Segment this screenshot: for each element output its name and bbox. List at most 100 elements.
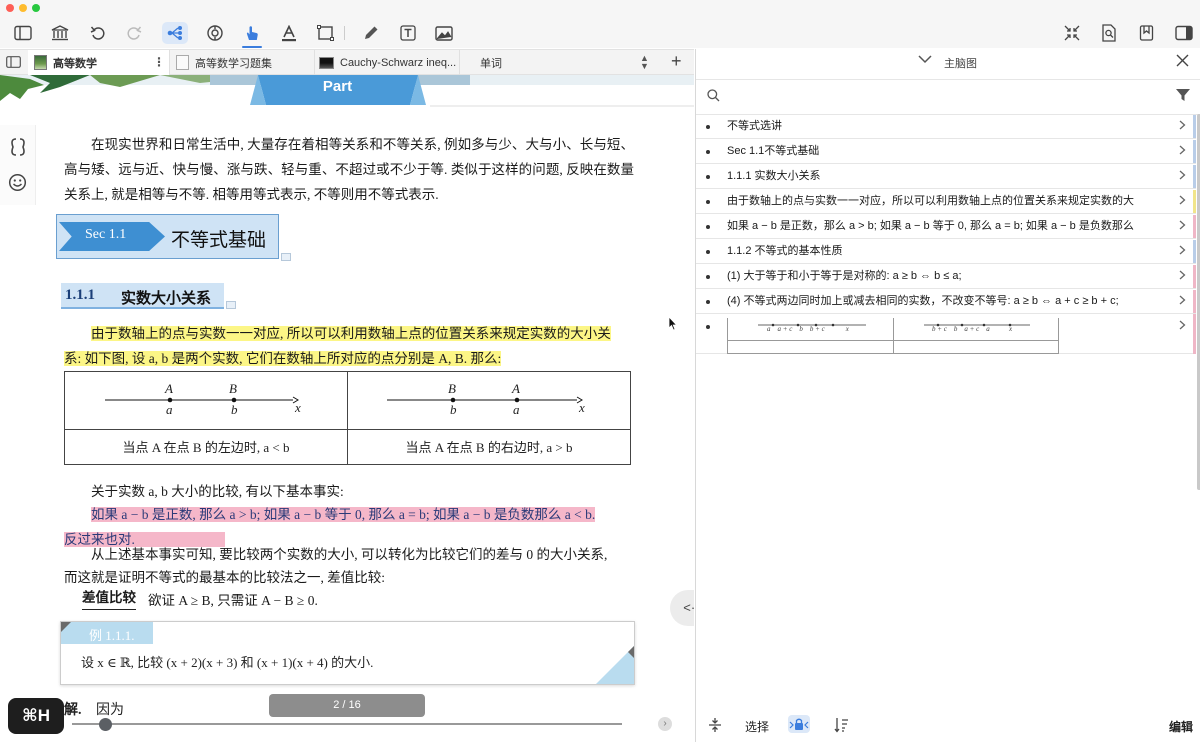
tab-scroll-updown-icon[interactable]: ▲ ▼ (640, 54, 649, 71)
split-rows-icon[interactable] (708, 717, 722, 733)
pen-icon[interactable] (359, 22, 383, 44)
mindmap-icon[interactable] (162, 22, 188, 44)
search-icon (707, 89, 720, 102)
mindmap-outline-list: 不等式选讲 Sec 1.1不等式基础 1.1.1 实数大小关系 由于数轴上的点与实数一… (696, 114, 1200, 344)
split-view-icon[interactable] (8, 137, 28, 157)
solution-text: 因为 (96, 703, 124, 718)
intro-paragraph: 在现实世界和日常生活中, 大量存在着相等关系和不等关系, 例如多与少、大与小、长… (64, 137, 634, 202)
sidebar-right-icon[interactable] (1172, 22, 1196, 44)
figure-caption-left: 当点 A 在点 B 的左边时, a < b (122, 440, 290, 455)
redo-icon[interactable] (122, 22, 146, 44)
book-cover-icon (319, 56, 334, 69)
section-label: Sec 1.1 (85, 227, 127, 242)
sort-icon[interactable] (834, 717, 850, 733)
chevron-right-icon[interactable] (1179, 245, 1186, 255)
next-page-icon[interactable]: › (658, 717, 672, 731)
page-slider-track[interactable] (72, 723, 622, 725)
tab-cauchy-schwarz[interactable]: Cauchy-Schwarz ineq... (315, 50, 460, 75)
thumb-label: b (799, 325, 803, 333)
mindmap-row[interactable]: 由于数轴上的点与实数一一对应，所以可以利用数轴上点的位置关系来规定实数的大 (696, 189, 1196, 214)
annotation-marker-icon[interactable] (281, 253, 291, 261)
mindmap-row[interactable]: 1.1.2 不等式的基本性质 (696, 239, 1196, 264)
thumb-label: b (953, 325, 958, 333)
minimize-window-button[interactable] (19, 4, 27, 12)
lock-view-icon[interactable] (788, 715, 810, 733)
chevron-right-icon[interactable] (1179, 195, 1186, 205)
tab-danci[interactable]: 单词 (460, 50, 625, 75)
mindmap-row[interactable]: 1.1.1 实数大小关系 (696, 164, 1196, 189)
select-mode-button[interactable]: 选择 (745, 718, 769, 735)
annotation-marker-icon[interactable] (226, 301, 236, 309)
mindmap-search-bar[interactable] (696, 79, 1200, 115)
panel-bottom-toolbar: 选择 编辑 (696, 709, 1200, 742)
highlight-line: 如果 a − b 是正数, 那么 a > b; 如果 a − b 等于 0, 那… (91, 507, 596, 522)
zoom-window-button[interactable] (32, 4, 40, 12)
library-icon[interactable] (48, 22, 72, 44)
example-label: 例 1.1.1. (89, 628, 135, 643)
tab-gaodeng-shuxue[interactable]: 高等数学 ⋮ (28, 50, 170, 75)
emoji-icon[interactable] (8, 173, 27, 192)
sidebar-toggle-icon[interactable] (11, 22, 35, 44)
value-label: a (166, 402, 173, 417)
panel-resize-handle[interactable]: <·> (670, 590, 694, 626)
page-slider-thumb[interactable] (99, 718, 112, 731)
text-box-icon[interactable] (396, 22, 420, 44)
panel-close-icon[interactable] (1176, 54, 1189, 67)
undo-icon[interactable] (86, 22, 110, 44)
collapse-icon[interactable] (1060, 22, 1084, 44)
chevron-right-icon[interactable] (1179, 220, 1186, 230)
add-tab-icon[interactable]: + (671, 51, 682, 72)
highlighted-paragraph-yellow[interactable]: 由于数轴上的点与实数一一对应, 所以可以利用数轴上点的位置关系来规定实数的大小关… (64, 321, 634, 369)
mindmap-figure-row[interactable]: a a + c b b + c x b + c b a + c a x (696, 314, 1196, 354)
thumb-label: b + c (932, 325, 947, 333)
chevron-right-icon[interactable] (1179, 295, 1186, 305)
bookmark-icon[interactable] (1134, 22, 1158, 44)
mindmap-row[interactable]: 不等式选讲 (696, 114, 1196, 139)
row-color-bar (1193, 190, 1196, 213)
tab-list-toggle-icon[interactable] (6, 56, 21, 68)
tab-label: 单词 (480, 57, 502, 70)
thumb-label: a (986, 325, 990, 333)
row-color-bar (1193, 165, 1196, 188)
chevron-right-icon[interactable] (1179, 270, 1186, 280)
number-line-figure: A B a b x B A b a x 当点 A 在点 B 的左边时, a < … (64, 371, 631, 465)
tab-label: 高等数学习题集 (195, 57, 272, 70)
example-box: 例 1.1.1. 设 x ∈ ℝ, 比较 (x + 2)(x + 3) 和 (x… (60, 621, 635, 685)
book-cover-icon (176, 55, 189, 70)
hand-tool-icon[interactable] (240, 22, 264, 48)
filter-icon[interactable] (1175, 88, 1191, 102)
mindmap-row-text: (4) 不等式两边同时加上或减去相同的实数，不改变不等号: a ≥ b ⇔ a … (727, 295, 1119, 307)
toolbar-divider (344, 26, 345, 40)
value-label: a (513, 402, 520, 417)
diff-comparison-label: 差值比较 (82, 587, 136, 610)
mindmap-row[interactable]: (1) 大于等于和小于等于是对称的: a ≥ b ⇔ b ≤ a; (696, 264, 1196, 289)
row-color-bar (1193, 265, 1196, 288)
point-label: B (448, 381, 456, 396)
tab-xitiji[interactable]: 高等数学习题集 (170, 50, 315, 75)
tab-more-icon[interactable]: ⋮ (153, 55, 165, 69)
thumb-label: b + c (809, 325, 825, 333)
mindmap-row[interactable]: 如果 a − b 是正数，那么 a > b; 如果 a − b 等于 0, 那么… (696, 214, 1196, 239)
rectangle-select-icon[interactable] (313, 22, 337, 44)
row-color-bar (1193, 240, 1196, 263)
value-label: b (450, 402, 457, 417)
highlight-line: 由于数轴上的点与实数一一对应, 所以可以利用数轴上点的位置关系来规定实数的大小关 (91, 326, 611, 341)
chevron-right-icon[interactable] (1179, 320, 1186, 330)
sync-icon[interactable] (203, 22, 227, 44)
text-highlight-icon[interactable] (277, 22, 301, 44)
mindmap-row[interactable]: (4) 不等式两边同时加上或减去相同的实数，不改变不等号: a ≥ b ⇔ a … (696, 289, 1196, 314)
chevron-right-icon[interactable] (1179, 170, 1186, 180)
document-search-icon[interactable] (1097, 22, 1121, 44)
mindmap-row[interactable]: Sec 1.1不等式基础 (696, 139, 1196, 164)
panel-collapse-chevron-icon[interactable] (918, 54, 932, 64)
diff-comparison-text: 欲证 A ≥ B, 只需证 A − B ≥ 0. (148, 593, 318, 608)
chevron-right-icon[interactable] (1179, 120, 1186, 130)
value-label: b (231, 402, 238, 417)
edit-button[interactable]: 编辑 (1169, 718, 1193, 735)
close-window-button[interactable] (6, 4, 14, 12)
image-icon[interactable] (432, 22, 456, 44)
section-heading: Sec 1.1 不等式基础 (56, 214, 279, 259)
page-indicator[interactable]: 2 / 16 (269, 694, 425, 717)
thumb-label: a (767, 325, 771, 333)
chevron-right-icon[interactable] (1179, 145, 1186, 155)
